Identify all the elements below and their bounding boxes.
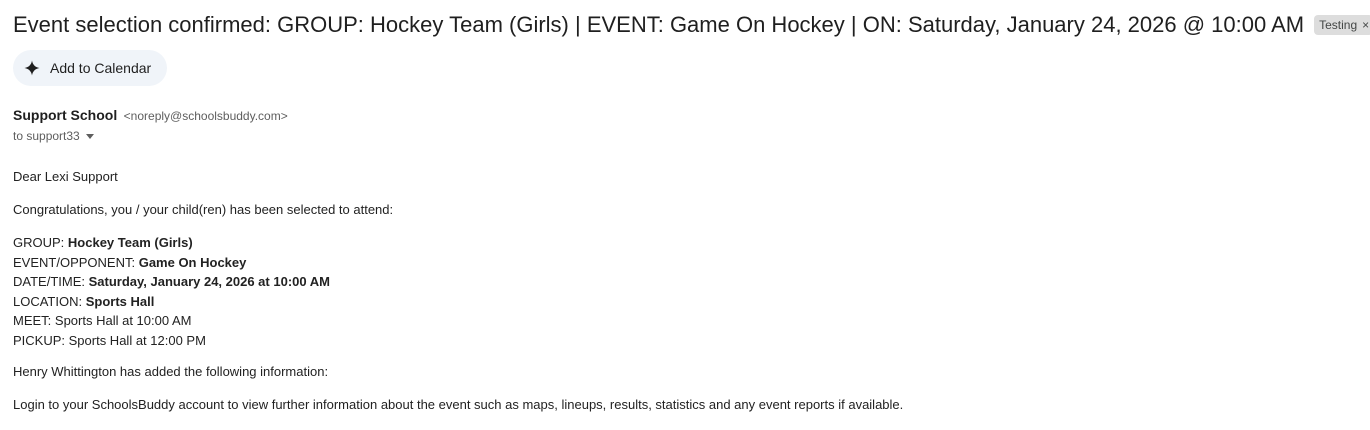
event-value: Game On Hockey bbox=[138, 254, 247, 270]
add-to-calendar-label: Add to Calendar bbox=[50, 60, 152, 76]
sender-email: <noreply@schoolsbuddy.com> bbox=[123, 109, 288, 123]
detail-location: LOCATION: Sports Hall bbox=[13, 293, 155, 309]
sparkle-icon bbox=[24, 60, 40, 76]
detail-pickup: PICKUP: Sports Hall at 12:00 PM bbox=[13, 332, 206, 348]
intro-text: Congratulations, you / your child(ren) h… bbox=[13, 202, 394, 217]
location-value: Sports Hall bbox=[85, 293, 155, 309]
login-note: Login to your SchoolsBuddy account to vi… bbox=[13, 397, 904, 412]
detail-datetime: DATE/TIME: Saturday, January 24, 2026 at… bbox=[13, 274, 330, 290]
email-subject: Event selection confirmed: GROUP: Hockey… bbox=[13, 12, 1305, 37]
remove-label-icon[interactable]: × bbox=[1362, 18, 1369, 32]
detail-group: GROUP: Hockey Team (Girls) bbox=[13, 235, 193, 250]
label-chip-text: Testing bbox=[1319, 18, 1358, 32]
greeting: Dear Lexi Support bbox=[13, 169, 118, 184]
subject-row: Event selection confirmed: GROUP: Hockey… bbox=[13, 12, 1370, 38]
add-to-calendar-button[interactable]: Add to Calendar bbox=[13, 50, 168, 86]
added-info-text: Henry Whittington has added the followin… bbox=[13, 364, 329, 379]
caret-down-icon[interactable] bbox=[85, 133, 94, 139]
sender-info: Support School <noreply@schoolsbuddy.com… bbox=[13, 107, 288, 125]
email-view: Event selection confirmed: GROUP: Hockey… bbox=[0, 0, 1370, 430]
sender-name: Support School bbox=[13, 107, 118, 123]
recipient-text: to support33 bbox=[13, 129, 80, 143]
detail-meet: MEET: Sports Hall at 10:00 AM bbox=[13, 313, 192, 329]
label-chip-testing[interactable]: Testing × bbox=[1314, 15, 1370, 35]
detail-event: EVENT/OPPONENT: Game On Hockey bbox=[13, 254, 247, 270]
datetime-value: Saturday, January 24, 2026 at 10:00 AM bbox=[88, 274, 330, 290]
group-value: Hockey Team (Girls) bbox=[67, 235, 193, 250]
recipient-details-toggle[interactable]: to support33 bbox=[13, 129, 94, 143]
event-details: GROUP: Hockey Team (Girls) EVENT/OPPONEN… bbox=[13, 233, 330, 351]
